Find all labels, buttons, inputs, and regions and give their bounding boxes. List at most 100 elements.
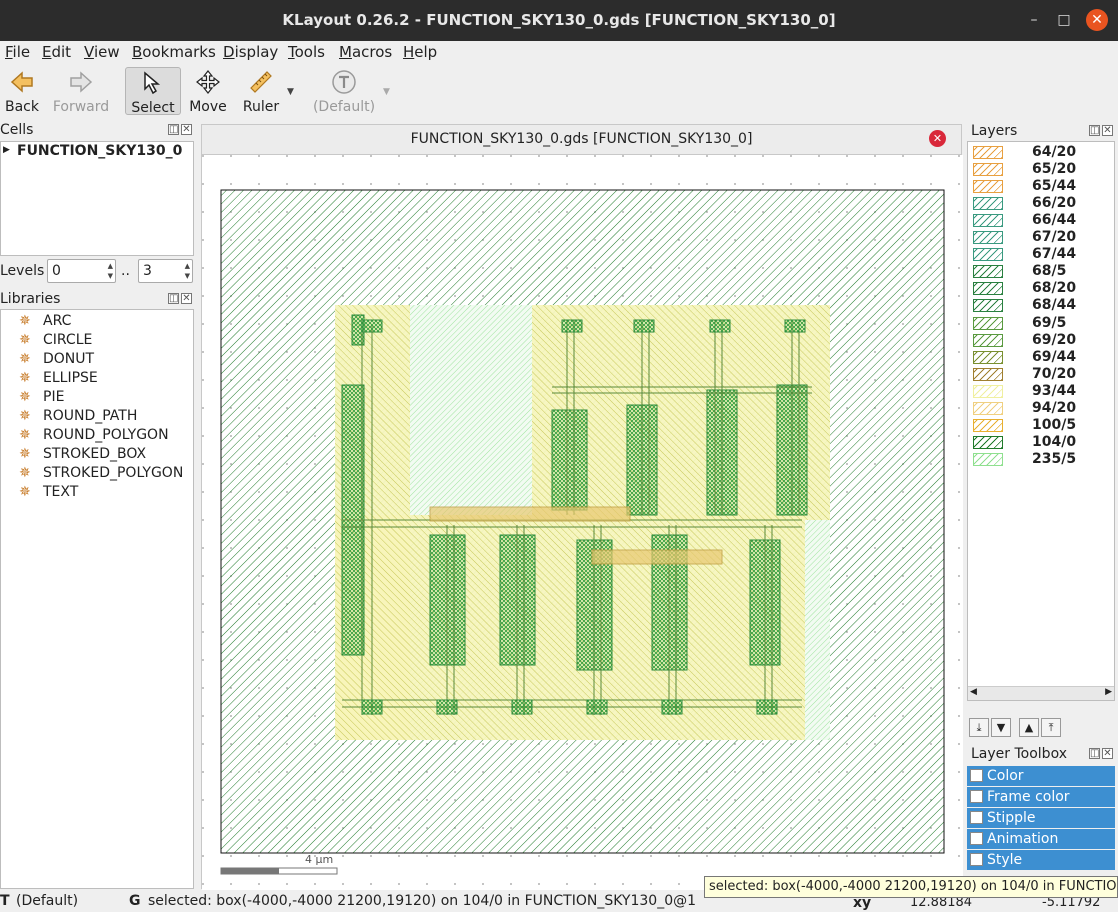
forward-button[interactable]: Forward [50, 67, 112, 115]
toolbox-style[interactable]: Style [967, 850, 1115, 870]
layer-row[interactable]: 65/20 [972, 161, 1112, 178]
minimize-button[interactable]: – [1023, 9, 1045, 31]
checkbox[interactable] [970, 832, 983, 845]
maximize-button[interactable]: □ [1053, 9, 1075, 31]
menu-macros[interactable]: Macros [339, 43, 392, 61]
layer-row[interactable]: 66/44 [972, 212, 1112, 229]
layer-row[interactable]: 65/44 [972, 178, 1112, 195]
menu-edit[interactable]: Edit [42, 43, 71, 61]
scroll-right-icon[interactable]: ▶ [1105, 687, 1112, 697]
float-icon[interactable]: ◫ [1089, 748, 1100, 759]
cells-tree[interactable]: ▶ FUNCTION_SKY130_0 [0, 141, 194, 256]
back-button[interactable]: Back [2, 67, 42, 115]
close-icon[interactable]: ✕ [1102, 748, 1113, 759]
toolbox-animation[interactable]: Animation [967, 829, 1115, 849]
library-item[interactable]: ✵ TEXT [19, 483, 78, 502]
layer-name: 70/20 [1032, 365, 1077, 382]
library-gear-icon: ✵ [19, 370, 31, 386]
library-item[interactable]: ✵ ROUND_POLYGON [19, 426, 169, 445]
menu-view[interactable]: View [84, 43, 120, 61]
layers-list[interactable]: 64/20 65/20 65/44 66/20 66/44 67/20 67/44 68/5 6… [967, 141, 1115, 701]
spin-arrows-icon[interactable]: ▲ ▼ [108, 261, 113, 281]
move-layer-up-icon[interactable]: ▲ [1019, 718, 1039, 737]
move-layer-down-icon[interactable]: ▼ [991, 718, 1011, 737]
layer-row[interactable]: 93/44 [972, 383, 1112, 400]
menu-tools[interactable]: Tools [288, 43, 325, 61]
layer-row[interactable]: 68/5 [972, 263, 1112, 280]
close-icon[interactable]: ✕ [181, 124, 192, 135]
checkbox[interactable] [970, 769, 983, 782]
layer-row[interactable]: 64/20 [972, 144, 1112, 161]
menu-display[interactable]: Display [223, 43, 278, 61]
layer-toolbox: Color Frame color Stipple Animation Styl… [967, 764, 1115, 894]
close-window-button[interactable]: ✕ [1086, 9, 1108, 31]
spin-arrows-icon[interactable]: ▲ ▼ [185, 261, 190, 281]
toolbox-color[interactable]: Color [967, 766, 1115, 786]
levels-from-spinbox[interactable]: 0 ▲ ▼ [47, 259, 116, 283]
library-item[interactable]: ✵ STROKED_POLYGON [19, 464, 183, 483]
layout-canvas[interactable]: 4 µm [201, 154, 963, 890]
levels-to-spinbox[interactable]: 3 ▲ ▼ [138, 259, 193, 283]
layer-row[interactable]: 100/5 [972, 417, 1112, 434]
library-gear-icon: ✵ [19, 446, 31, 462]
library-item[interactable]: ✵ ELLIPSE [19, 369, 98, 388]
library-item[interactable]: ✵ DONUT [19, 350, 94, 369]
select-tool-button[interactable]: Select [125, 67, 181, 116]
menu-bookmarks[interactable]: Bookmarks [132, 43, 216, 61]
window-titlebar: KLayout 0.26.2 - FUNCTION_SKY130_0.gds [… [0, 0, 1118, 41]
arrow-right-icon [70, 71, 93, 93]
ruler-tool-button[interactable]: Ruler [238, 67, 284, 115]
library-gear-icon: ✵ [19, 351, 31, 367]
toolbox-stipple[interactable]: Stipple [967, 808, 1115, 828]
default-text-tool-button[interactable]: (Default) [312, 67, 376, 115]
close-view-icon[interactable]: ✕ [929, 130, 946, 147]
layer-row[interactable]: 69/5 [972, 315, 1112, 332]
layers-horizontal-scrollbar[interactable]: ◀ ▶ [968, 686, 1114, 700]
move-tool-button[interactable]: Move [186, 67, 230, 115]
library-item[interactable]: ✵ PIE [19, 388, 64, 407]
layer-row[interactable]: 70/20 [972, 366, 1112, 383]
layer-row[interactable]: 69/44 [972, 349, 1112, 366]
ruler-dropdown-icon[interactable]: ▼ [287, 87, 294, 97]
layer-row[interactable]: 67/44 [972, 246, 1112, 263]
library-item[interactable]: ✵ ARC [19, 312, 71, 331]
checkbox[interactable] [970, 853, 983, 866]
layer-toolbox-dock-buttons: ◫ ✕ [1087, 748, 1113, 759]
move-layer-top-icon[interactable]: ⤒ [1041, 718, 1061, 737]
layer-row[interactable]: 68/20 [972, 280, 1112, 297]
layer-swatch-icon [973, 452, 1003, 466]
library-item[interactable]: ✵ ROUND_PATH [19, 407, 137, 426]
layer-row[interactable]: 94/20 [972, 400, 1112, 417]
layer-row[interactable]: 67/20 [972, 229, 1112, 246]
layer-row[interactable]: 69/20 [972, 332, 1112, 349]
expand-arrow-icon[interactable]: ▶ [3, 145, 10, 155]
float-icon[interactable]: ◫ [1089, 125, 1100, 136]
toolbox-frame-color[interactable]: Frame color [967, 787, 1115, 807]
default-dropdown-icon[interactable]: ▼ [383, 87, 390, 97]
cell-item-root[interactable]: FUNCTION_SKY130_0 [17, 143, 182, 159]
layout-drawing[interactable]: 4 µm [202, 155, 963, 890]
float-icon[interactable]: ◫ [168, 124, 179, 135]
layer-swatch-icon [973, 299, 1003, 313]
layer-row[interactable]: 66/20 [972, 195, 1112, 212]
libraries-list[interactable]: ✵ ARC ✵ CIRCLE ✵ DONUT ✵ ELLIPSE ✵ PIE ✵ ROUND… [0, 309, 194, 889]
layout-view-tab[interactable]: FUNCTION_SKY130_0.gds [FUNCTION_SKY130_0… [201, 124, 962, 154]
menu-bar: File Edit View Bookmarks Display Tools M… [0, 41, 1118, 63]
library-gear-icon: ✵ [19, 389, 31, 405]
menu-help[interactable]: Help [403, 43, 437, 61]
scroll-left-icon[interactable]: ◀ [970, 687, 977, 697]
close-icon[interactable]: ✕ [1102, 125, 1113, 136]
layer-row[interactable]: 104/0 [972, 434, 1112, 451]
arrow-left-icon [10, 71, 33, 93]
library-gear-icon: ✵ [19, 313, 31, 329]
menu-file[interactable]: File [5, 43, 30, 61]
close-icon[interactable]: ✕ [181, 293, 192, 304]
move-layer-bottom-icon[interactable]: ⤓ [969, 718, 989, 737]
library-item[interactable]: ✵ CIRCLE [19, 331, 92, 350]
layer-row[interactable]: 235/5 [972, 451, 1112, 468]
checkbox[interactable] [970, 790, 983, 803]
float-icon[interactable]: ◫ [168, 293, 179, 304]
checkbox[interactable] [970, 811, 983, 824]
library-item[interactable]: ✵ STROKED_BOX [19, 445, 146, 464]
layer-row[interactable]: 68/44 [972, 297, 1112, 314]
